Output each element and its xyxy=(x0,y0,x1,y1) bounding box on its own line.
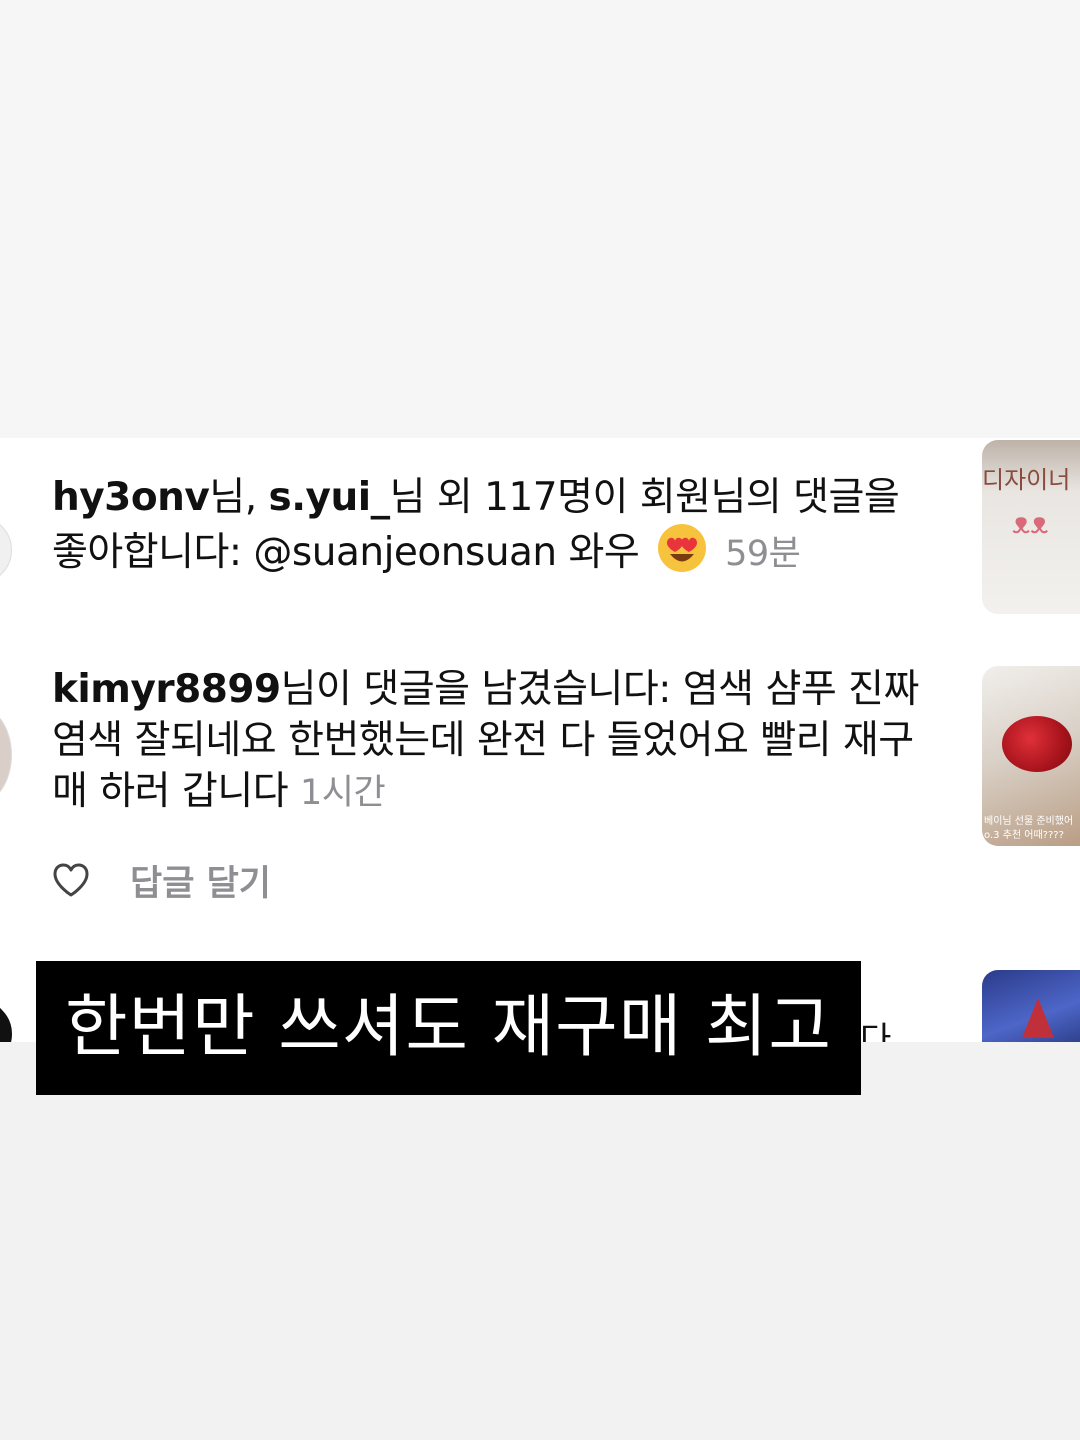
reply-button[interactable]: 답글 달기 xyxy=(130,855,271,906)
avatar[interactable] xyxy=(0,706,12,804)
timestamp: 59분 xyxy=(725,534,801,574)
bottom-blank-area xyxy=(0,1042,1080,1440)
comment-notification[interactable]: kimyr8899님이 댓글을 남겼습니다: 염색 샴푸 진짜 염색 잘되네요 … xyxy=(52,664,932,819)
bunny-graphic-icon: ᴥᴥ xyxy=(1012,506,1049,541)
tree-graphic xyxy=(1022,998,1054,1038)
heart-eyes-emoji-icon xyxy=(658,524,707,572)
timestamp: 1시간 xyxy=(299,773,386,813)
notification-text: 님, xyxy=(209,475,269,520)
top-blank-area xyxy=(0,0,1080,438)
username[interactable]: s.yui_ xyxy=(269,475,391,520)
comment-actions: 답글 달기 xyxy=(52,858,271,904)
rose-bouquet-graphic xyxy=(1002,716,1072,772)
heart-outline-icon[interactable] xyxy=(52,862,90,898)
avatar[interactable] xyxy=(0,516,12,584)
post-thumbnail[interactable]: 베이님 선물 준비했어 o.3 추천 어때???? xyxy=(982,666,1080,846)
activity-panel: hy3onv님, s.yui_님 외 117명이 회원님의 댓글을 좋아합니다:… xyxy=(0,438,1080,1042)
post-thumbnail[interactable] xyxy=(982,970,1080,1042)
username[interactable]: kimyr8899 xyxy=(52,667,281,712)
video-caption: 한번만 쓰셔도 재구매 최고 xyxy=(36,961,861,1095)
partial-notification-text: 다 xyxy=(860,1020,892,1042)
thumbnail-caption: o.3 추천 어때???? xyxy=(984,830,1064,841)
post-thumbnail[interactable]: 디자이너 ᴥᴥ xyxy=(982,440,1080,614)
avatar[interactable] xyxy=(0,1000,12,1042)
thumbnail-text: 디자이너 xyxy=(982,466,1071,494)
thumbnail-caption: 베이님 선물 준비했어 xyxy=(984,816,1074,827)
username[interactable]: hy3onv xyxy=(52,475,210,520)
like-notification[interactable]: hy3onv님, s.yui_님 외 117명이 회원님의 댓글을 좋아합니다:… xyxy=(52,472,932,580)
